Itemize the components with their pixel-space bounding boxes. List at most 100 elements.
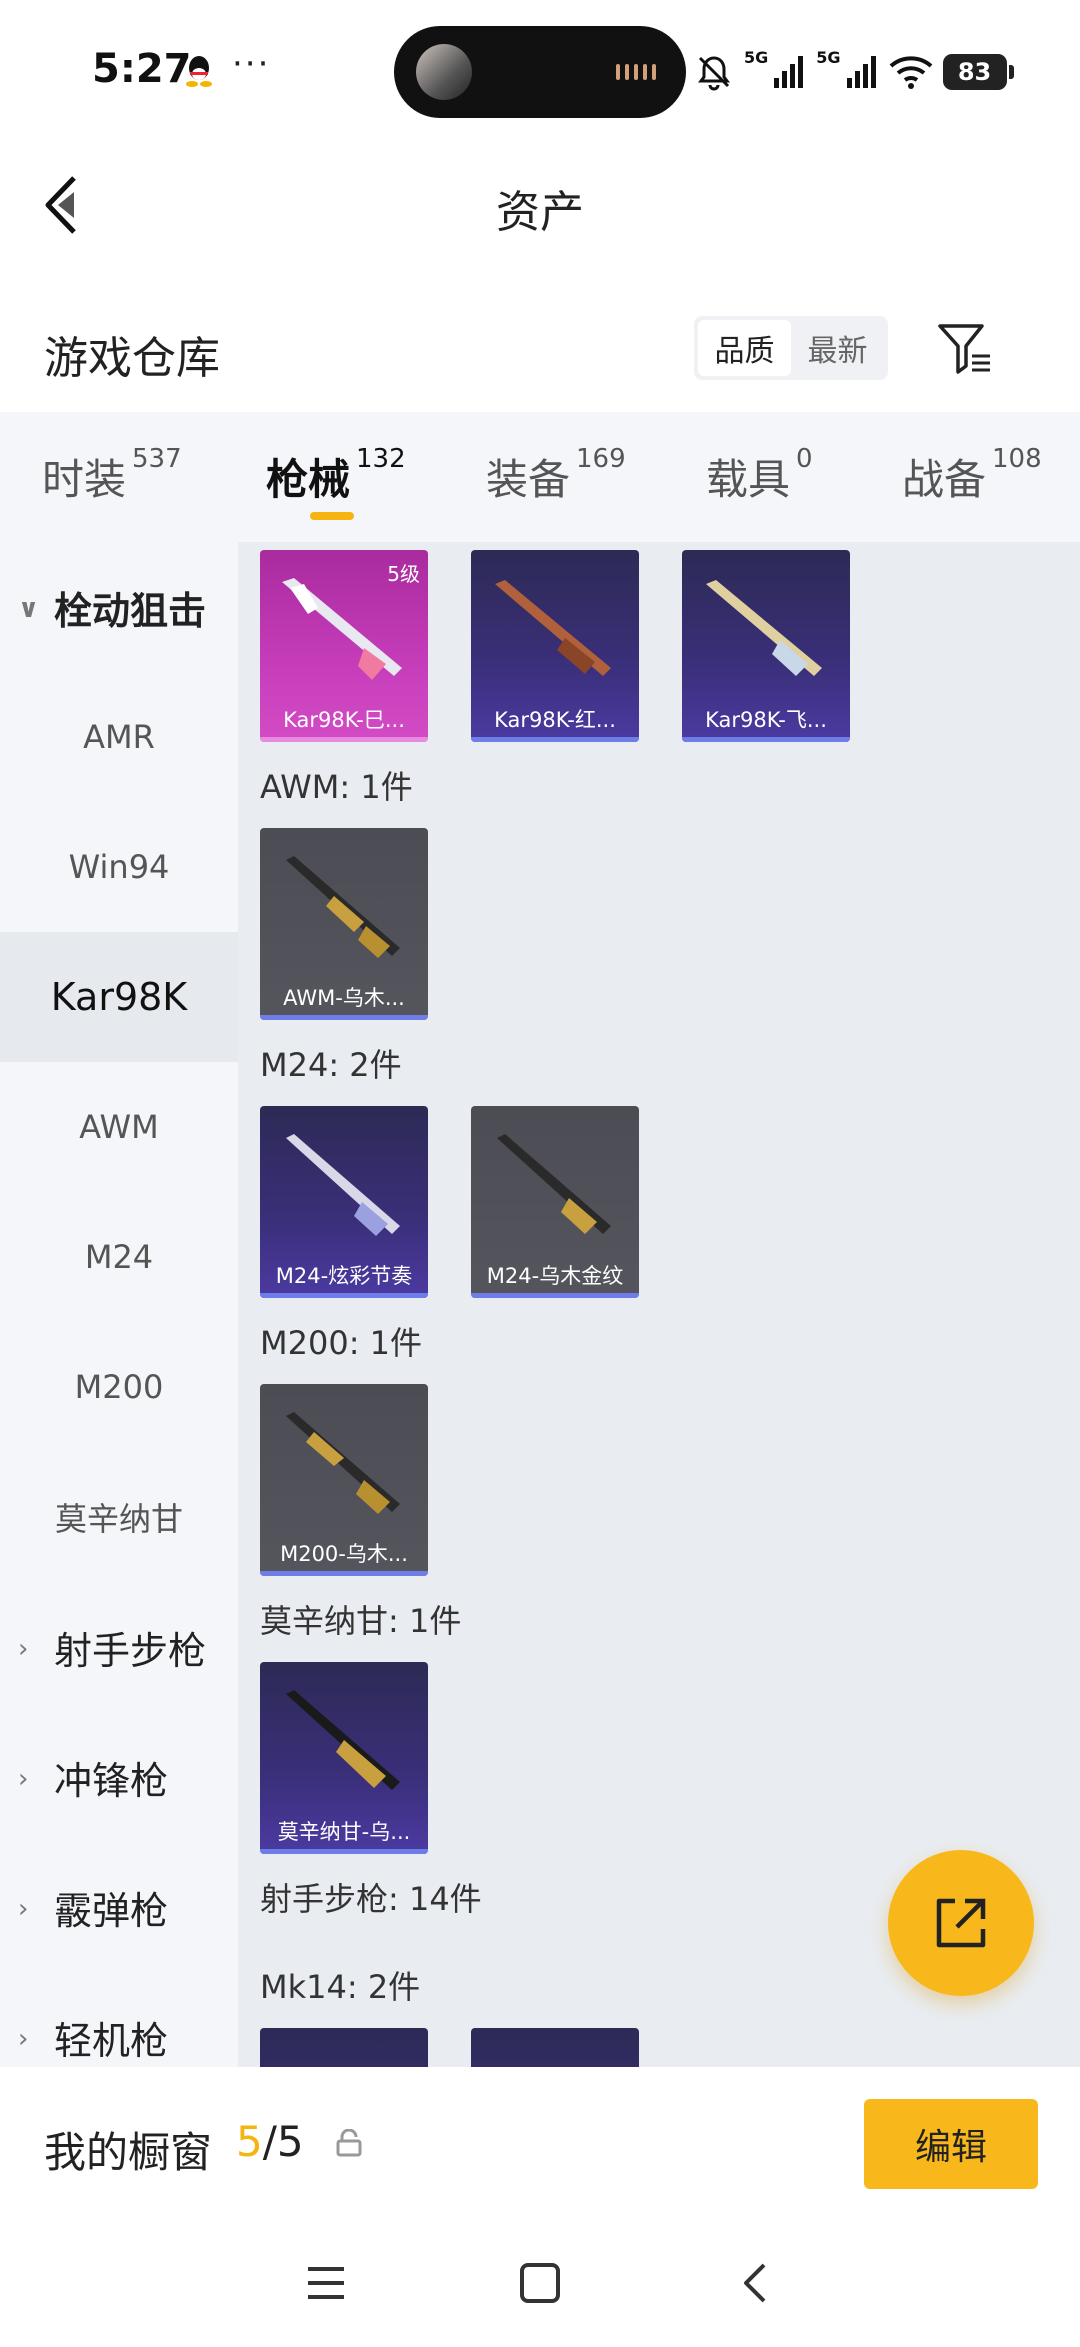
chevron-down-icon: ∨ [18,594,40,624]
showcase-bar: 我的橱窗 5/5 编辑 [0,2067,1080,2217]
category-tabs: 时装 537 枪械 132 装备 169 载具 0 战备 108 [0,412,1080,542]
item-card[interactable]: 莫辛纳甘-乌... [260,1662,428,1854]
item-name: M200-乌木... [280,1542,408,1566]
sidebar-item-mosin[interactable]: 莫辛纳甘 [0,1452,238,1582]
showcase-count: 5/5 [236,2117,304,2166]
status-icons: 5G 5G 83 [694,42,1014,102]
menu-icon[interactable] [298,2255,354,2311]
item-card[interactable] [471,2028,639,2067]
item-card[interactable] [260,2028,428,2067]
system-nav-bar [0,2217,1080,2347]
home-icon[interactable] [512,2255,568,2311]
item-name: M24-乌木金纹 [486,1264,624,1288]
rarity-bar [260,1849,428,1854]
mute-icon [698,56,730,91]
sidebar-item-label: 莫辛纳甘 [54,1500,183,1538]
sidebar-item-label: Kar98K [50,975,188,1019]
sidebar-item-label: Win94 [68,848,170,886]
item-card[interactable]: M200-乌木... [260,1384,428,1576]
rarity-bar [260,1015,428,1020]
rifle-icon [286,1690,400,1790]
chevron-right-icon: › [18,1764,29,1794]
rifle-icon [286,856,400,958]
music-avatar [416,44,472,100]
sidebar-item-amr[interactable]: AMR [0,672,238,802]
item-name: Kar98K-飞... [705,708,827,732]
tab-guns[interactable]: 枪械 132 [266,444,406,507]
item-card[interactable]: 5级 Kar98K-巳... [260,550,428,742]
sidebar-group-lmg[interactable]: › 轻机枪 [0,1972,238,2067]
edit-button[interactable]: 编辑 [864,2099,1038,2189]
sidebar-group-smg[interactable]: › 冲锋枪 [0,1712,238,1842]
rarity-bar [260,737,428,742]
signal-icon-1 [774,56,804,88]
rarity-bar [471,1293,639,1298]
rifle-icon [497,1134,611,1234]
tab-label: 枪械 [266,455,351,504]
item-name: Kar98K-红... [494,708,616,732]
item-name: AWM-乌木... [283,986,405,1010]
tab-count: 132 [356,444,406,474]
sidebar-item-label: 冲锋枪 [54,1758,169,1803]
signal-icon-2 [846,56,876,88]
showcase-count-current: 5 [236,2117,263,2166]
item-name: M24-炫彩节奏 [275,1264,413,1288]
rarity-bar [260,1571,428,1576]
sidebar-group-bolt-sniper[interactable]: ∨ 栓动狙击 [0,542,238,672]
battery-icon: 83 [942,54,1014,90]
rarity-bar [471,737,639,742]
tab-supplies[interactable]: 战备 108 [902,444,1042,507]
item-card[interactable]: Kar98K-飞... [682,550,850,742]
tab-count: 108 [992,444,1042,474]
sidebar-item-awm[interactable]: AWM [0,1062,238,1192]
sidebar-item-label: M200 [74,1368,164,1406]
item-card[interactable]: Kar98K-红... [471,550,639,742]
chevron-right-icon: › [18,1894,29,1924]
tab-label: 战备 [902,455,987,504]
sidebar-item-label: M24 [84,1238,154,1276]
weapon-grid: 5级 Kar98K-巳... Kar98K-红... Kar98K-飞... A… [238,542,1080,2067]
rarity-bar [260,1293,428,1298]
group-label: AWM: 1件 [260,768,413,806]
status-bar: 5:27 ··· 5G 5G 83 [0,0,1080,130]
tab-vehicles[interactable]: 载具 0 [706,444,813,507]
sidebar-item-m200[interactable]: M200 [0,1322,238,1452]
sidebar-item-label: 轻机枪 [54,2018,169,2063]
tab-label: 载具 [706,455,791,504]
network-type-1: 5G [744,48,769,67]
sidebar-group-shotgun[interactable]: › 霰弹枪 [0,1842,238,1972]
tab-equipment[interactable]: 装备 169 [486,444,626,507]
status-time: 5:27 [92,46,192,92]
nav-back-icon[interactable] [728,2255,784,2311]
showcase-count-total: /5 [262,2117,304,2166]
share-icon [936,1898,986,1948]
sidebar-item-m24[interactable]: M24 [0,1192,238,1322]
tab-fashion[interactable]: 时装 537 [42,444,182,507]
sidebar-item-label: AMR [83,718,155,756]
filter-icon[interactable] [936,320,994,378]
dynamic-island[interactable] [394,26,686,118]
item-card[interactable]: AWM-乌木... [260,828,428,1020]
warehouse-header: 游戏仓库 品质 最新 [0,300,1080,400]
group-label: M24: 2件 [260,1046,402,1084]
sort-latest-button[interactable]: 最新 [791,320,884,376]
tab-label: 装备 [486,455,571,504]
network-type-2: 5G [816,48,841,67]
rifle-icon [286,1412,400,1514]
section-title: 游戏仓库 [44,333,220,384]
rifle-icon [286,1134,400,1236]
showcase-label: 我的橱窗 [44,2128,213,2177]
tab-label: 时装 [42,455,127,504]
sidebar-item-label: 霰弹枪 [54,1888,169,1933]
chevron-right-icon: › [18,2024,29,2054]
tab-count: 0 [796,444,813,474]
share-button[interactable] [888,1850,1034,1996]
lock-icon [336,2129,362,2157]
sidebar-group-dmr[interactable]: › 射手步枪 [0,1582,238,1712]
page-title: 资产 [496,187,584,238]
sidebar-item-win94[interactable]: Win94 [0,802,238,932]
sidebar-item-kar98k[interactable]: Kar98K [0,932,238,1062]
sort-quality-button[interactable]: 品质 [698,320,791,376]
item-card[interactable]: M24-乌木金纹 [471,1106,639,1298]
item-card[interactable]: M24-炫彩节奏 [260,1106,428,1298]
